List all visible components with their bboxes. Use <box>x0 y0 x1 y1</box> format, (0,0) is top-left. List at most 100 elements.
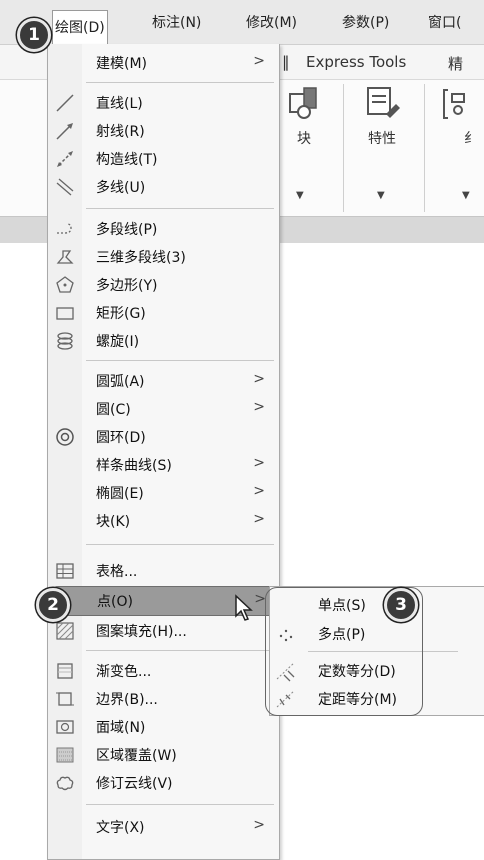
block-button[interactable]: 块 <box>280 84 328 148</box>
boundary-icon <box>54 688 76 710</box>
menu-item-block[interactable]: 块(K) > <box>48 506 279 536</box>
menu-item-label: 面域(N) <box>96 720 146 736</box>
properties-icon <box>367 87 400 118</box>
revcloud-icon <box>54 772 76 794</box>
menu-item-arc[interactable]: 圆弧(A) > <box>48 366 279 396</box>
3d-polyline-icon <box>54 246 76 268</box>
ribbon-separator <box>343 84 344 212</box>
region-icon <box>54 716 76 738</box>
menu-item-label: 点(O) <box>97 594 133 610</box>
menu-item-gradient[interactable]: 渐变色... <box>48 656 279 686</box>
draw-menu: 建模(M) > 直线(L) 射线(R) 构造线(T) 多线(U) 多段线(P) … <box>47 44 280 860</box>
menu-item-label: 螺旋(I) <box>96 334 140 350</box>
chevron-right-icon: > <box>253 817 265 833</box>
menu-item-label: 矩形(G) <box>96 306 146 322</box>
menu-item-rectangle[interactable]: 矩形(G) <box>48 298 279 328</box>
line-icon <box>54 92 76 114</box>
chevron-right-icon: > <box>253 455 265 471</box>
menu-item-label: 图案填充(H)... <box>96 624 187 640</box>
menu-item-label: 渐变色... <box>96 664 152 680</box>
multiline-icon <box>54 176 76 198</box>
chevron-right-icon: > <box>253 511 265 527</box>
table-icon <box>54 560 76 582</box>
chevron-right-icon: > <box>253 399 265 415</box>
menu-item-revcloud[interactable]: 修订云线(V) <box>48 768 279 798</box>
tab-marker[interactable]: ‖ <box>282 53 290 71</box>
menu-separator <box>86 650 274 651</box>
group-icon <box>443 89 465 119</box>
chevron-down-icon[interactable]: ▼ <box>462 190 470 201</box>
menu-item-boundary[interactable]: 边界(B)... <box>48 684 279 714</box>
menu-item-label: 边界(B)... <box>96 692 158 708</box>
polyline-icon <box>54 218 76 240</box>
menu-item-helix[interactable]: 螺旋(I) <box>48 326 279 356</box>
properties-label: 特性 <box>368 131 396 147</box>
donut-icon <box>54 426 76 448</box>
menu-item-ray[interactable]: 射线(R) <box>48 116 279 146</box>
chevron-down-icon[interactable]: ▼ <box>377 190 385 201</box>
tab-featured[interactable]: 精 <box>448 53 463 74</box>
tab-express-tools[interactable]: Express Tools <box>306 53 406 71</box>
rectangle-icon <box>54 302 76 324</box>
properties-button[interactable]: 特性 <box>356 84 408 148</box>
menu-item-construction-line[interactable]: 构造线(T) <box>48 144 279 174</box>
block-icon <box>289 87 317 119</box>
chevron-down-icon[interactable]: ▼ <box>296 190 304 201</box>
block-label: 块 <box>297 131 311 147</box>
chevron-right-icon: > <box>253 483 265 499</box>
menu-item-spline[interactable]: 样条曲线(S) > <box>48 450 279 480</box>
menu-item-label: 样条曲线(S) <box>96 458 172 474</box>
menu-item-label: 建模(M) <box>96 56 148 72</box>
menu-item-text[interactable]: 文字(X) > <box>48 812 279 842</box>
group-label: 纟 <box>464 131 478 147</box>
step-badge-2: 2 <box>36 588 70 622</box>
menu-item-region[interactable]: 面域(N) <box>48 712 279 742</box>
menu-item-ellipse[interactable]: 椭圆(E) > <box>48 478 279 508</box>
menu-separator <box>86 82 274 83</box>
menu-item-label: 多边形(Y) <box>96 278 158 294</box>
menu-draw[interactable]: 绘图(D) <box>52 10 108 45</box>
menu-parametric[interactable]: 参数(P) <box>342 12 389 34</box>
menu-separator <box>86 804 274 805</box>
menu-item-label: 文字(X) <box>96 820 145 836</box>
menu-item-modeling[interactable]: 建模(M) > <box>48 48 279 78</box>
menu-item-label: 直线(L) <box>96 96 143 112</box>
menu-item-label: 射线(R) <box>96 124 145 140</box>
menu-item-line[interactable]: 直线(L) <box>48 88 279 118</box>
menu-modify[interactable]: 修改(M) <box>246 12 297 34</box>
menu-item-label: 修订云线(V) <box>96 776 173 792</box>
ray-icon <box>54 120 76 142</box>
menu-item-multiline[interactable]: 多线(U) <box>48 172 279 202</box>
menu-item-polygon[interactable]: 多边形(Y) <box>48 270 279 300</box>
menu-item-label: 多线(U) <box>96 180 146 196</box>
hatch-icon <box>54 620 76 642</box>
step-badge-3: 3 <box>384 588 418 622</box>
menu-item-wipeout[interactable]: 区域覆盖(W) <box>48 740 279 770</box>
menu-item-3d-polyline[interactable]: 三维多段线(3) <box>48 242 279 272</box>
helix-icon <box>54 330 76 352</box>
ribbon-separator <box>424 84 425 212</box>
menu-item-circle[interactable]: 圆(C) > <box>48 394 279 424</box>
group-button[interactable]: 纟 <box>436 84 484 148</box>
menu-item-label: 多段线(P) <box>96 222 158 238</box>
menu-bar: 绘图(D) 标注(N) 修改(M) 参数(P) 窗口( <box>0 0 484 45</box>
menu-separator <box>86 544 274 545</box>
step-badge-1: 1 <box>17 18 51 52</box>
menu-item-polyline[interactable]: 多段线(P) <box>48 214 279 244</box>
menu-item-label: 三维多段线(3) <box>96 250 186 266</box>
mouse-cursor-icon <box>235 594 253 621</box>
polygon-icon <box>54 274 76 296</box>
menu-item-label: 区域覆盖(W) <box>96 748 177 764</box>
chevron-right-icon: > <box>253 53 265 69</box>
menu-item-donut[interactable]: 圆环(D) <box>48 422 279 452</box>
menu-dimension[interactable]: 标注(N) <box>152 12 201 34</box>
menu-separator <box>86 360 274 361</box>
menu-item-label: 块(K) <box>96 514 131 530</box>
menu-item-label: 表格... <box>96 564 138 580</box>
gradient-icon <box>54 660 76 682</box>
menu-item-label: 圆(C) <box>96 402 131 418</box>
menu-window[interactable]: 窗口( <box>428 12 461 34</box>
menu-item-table[interactable]: 表格... <box>48 556 279 586</box>
chevron-right-icon: > <box>253 371 265 387</box>
wipeout-icon <box>54 744 76 766</box>
